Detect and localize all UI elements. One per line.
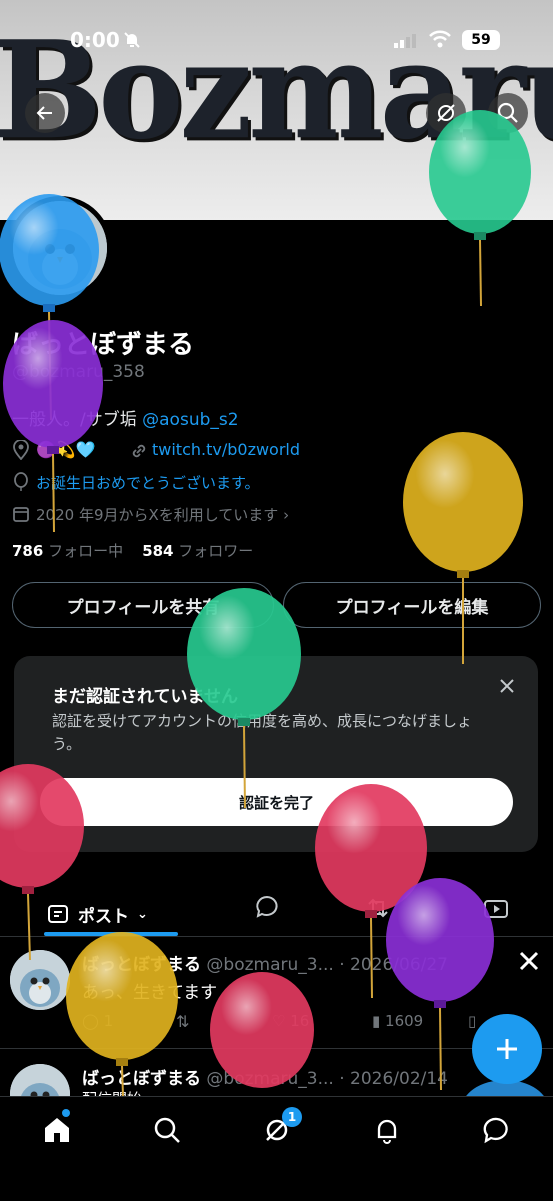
search-icon <box>497 102 518 123</box>
compose-post-button[interactable] <box>472 1014 542 1084</box>
bookmark-button[interactable]: ▯ <box>468 1012 476 1030</box>
tab-highlights[interactable] <box>365 896 391 920</box>
location-pin-icon <box>13 440 29 460</box>
follow-stats: 786 フォロー中 584 フォロワー <box>12 540 253 561</box>
tab-posts-label: ポスト <box>78 906 129 927</box>
chart-icon: ▮ <box>372 1012 381 1030</box>
complete-verification-button[interactable]: 認証を完了 <box>40 778 513 826</box>
chevron-down-icon: ⌄ <box>137 906 148 922</box>
status-time: 0:00 <box>70 28 120 52</box>
profile-avatar[interactable] <box>8 196 112 300</box>
tab-posts[interactable]: ポスト ⌄ <box>46 892 148 936</box>
home-icon[interactable] <box>42 1115 72 1145</box>
following-label: フォロー中 <box>48 542 124 560</box>
signal-icon <box>394 34 416 48</box>
post-divider <box>0 1048 553 1049</box>
post-header: ばっとぼずまる @bozmaru_3... · 2026/02/14 <box>82 1064 448 1089</box>
wifi-icon <box>429 30 451 48</box>
reply-icon: ◯ <box>82 1012 99 1030</box>
like-count: 16 <box>290 1012 310 1030</box>
post-date[interactable]: · 2026/02/14 <box>339 1069 448 1089</box>
verify-title: まだ認証されていません <box>52 687 238 707</box>
joined-date[interactable]: 2020 年9月からXを利用しています › <box>36 504 289 525</box>
search-icon[interactable] <box>152 1115 182 1145</box>
following-count: 786 <box>12 542 44 560</box>
calendar-icon <box>13 507 29 522</box>
display-name: ばっとぼずまる <box>12 330 195 360</box>
post-date[interactable]: · 2026/06/27 <box>339 955 448 975</box>
close-icon[interactable] <box>499 678 515 694</box>
mute-bell-icon <box>124 32 140 48</box>
chevron-right-icon: › <box>283 506 290 524</box>
tab-underline <box>44 932 178 936</box>
repost-button[interactable]: ⇅ <box>176 1012 189 1031</box>
bio-text: 一般人。/サブ垢 <box>12 410 143 430</box>
balloon-icon <box>14 472 28 491</box>
views-button[interactable]: ▮ 1609 <box>372 1012 423 1030</box>
post-author[interactable]: ばっとぼずまる <box>82 955 201 975</box>
x-logo-icon <box>519 951 539 971</box>
profile-bio: 一般人。/サブ垢 @aosub_s2 <box>12 405 239 430</box>
post-avatar[interactable] <box>10 950 70 1010</box>
plus-icon <box>497 1039 517 1059</box>
view-count: 1609 <box>385 1012 424 1030</box>
posts-tab-icon <box>48 905 68 923</box>
followers-count: 584 <box>142 542 174 560</box>
edit-profile-button[interactable]: プロフィールを編集 <box>283 582 541 628</box>
post-text: 配信開始 <box>82 1088 142 1096</box>
post-actions: ◯ 1 ⇅ ♡ 16 ▮ 1609 ▯ <box>82 1012 522 1034</box>
repost-icon: ⇅ <box>176 1012 190 1031</box>
link-icon <box>132 444 146 458</box>
post-text: あっ、生きてます <box>82 983 218 1003</box>
balloon-yellow <box>403 432 523 664</box>
avatar <box>13 201 107 295</box>
following-link[interactable]: 786 フォロー中 <box>12 542 123 560</box>
profile-location: 🟣💫🩵 <box>36 440 96 459</box>
messages-icon[interactable] <box>482 1115 512 1145</box>
bio-mention-link[interactable]: @aosub_s2 <box>142 410 238 430</box>
bell-icon[interactable] <box>372 1115 402 1145</box>
profile-handle: @bozmaru_358 <box>12 362 145 382</box>
grok-icon <box>437 104 455 122</box>
verify-body: 認証を受けてアカウントの信用度を高め、成長につなげましょう。 <box>52 712 473 753</box>
post-author[interactable]: ばっとぼずまる <box>82 1069 201 1089</box>
post-header: ばっとぼずまる @bozmaru_3... · 2026/06/27 <box>82 950 448 975</box>
battery-indicator: 59 <box>462 30 500 50</box>
bird-avatar-image <box>13 201 107 295</box>
bird-avatar-image <box>10 950 70 1010</box>
post-handle: @bozmaru_3... <box>206 955 334 975</box>
back-button[interactable] <box>25 93 65 133</box>
reply-button[interactable]: ◯ 1 <box>82 1012 113 1030</box>
notification-badge: 1 <box>282 1107 302 1127</box>
followers-label: フォロワー <box>178 542 254 560</box>
battery-level: 59 <box>471 32 491 48</box>
arrow-left-icon <box>36 106 52 120</box>
birthday-message[interactable]: お誕生日おめでとうございます。 <box>36 472 260 493</box>
bottom-navigation: 1 <box>0 1096 553 1201</box>
tab-media[interactable] <box>482 896 510 920</box>
search-button[interactable] <box>488 93 528 133</box>
joined-date-text: 2020 年9月からXを利用しています <box>36 506 279 524</box>
post-handle: @bozmaru_3... <box>206 1069 334 1089</box>
bookmark-icon: ▯ <box>468 1012 477 1030</box>
profile-website-link[interactable]: twitch.tv/b0zworld <box>152 440 300 459</box>
grok-button[interactable] <box>426 93 466 133</box>
followers-link[interactable]: 584 フォロワー <box>142 542 253 560</box>
heart-icon: ♡ <box>272 1012 286 1030</box>
reply-count: 1 <box>103 1012 114 1030</box>
share-profile-button[interactable]: プロフィールを共有 <box>12 582 274 628</box>
tab-replies[interactable] <box>254 894 280 920</box>
like-button[interactable]: ♡ 16 <box>272 1012 309 1030</box>
home-new-dot <box>62 1109 70 1117</box>
